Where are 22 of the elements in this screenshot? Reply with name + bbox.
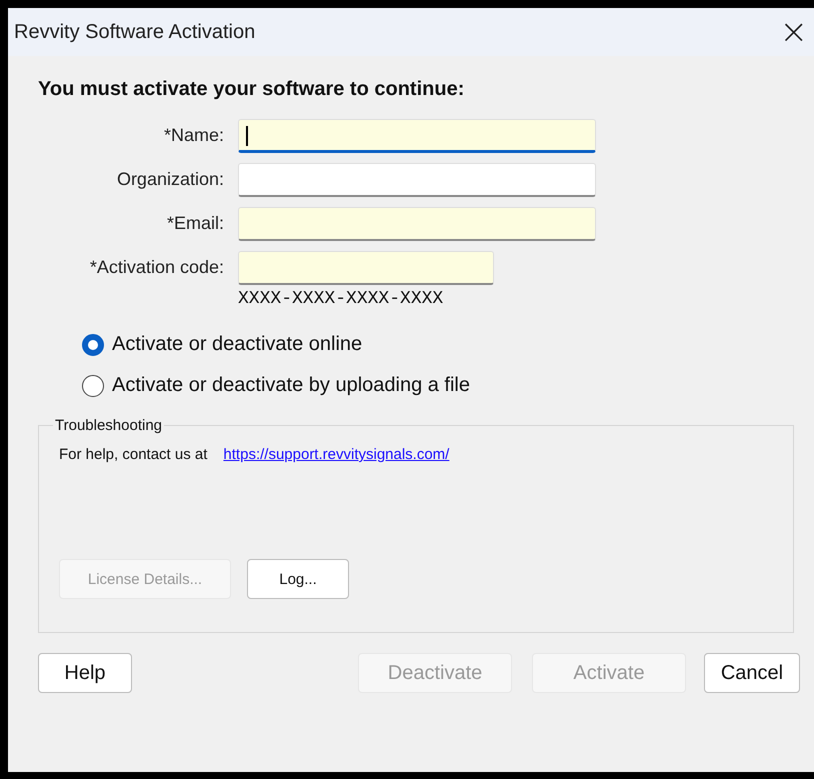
input-field[interactable]: [238, 163, 596, 197]
input-field[interactable]: [238, 251, 494, 285]
input-field[interactable]: [238, 119, 596, 153]
group-button[interactable]: Log...: [247, 559, 349, 599]
heading: You must activate your software to continue:: [38, 78, 466, 101]
field-label: *Email:: [166, 212, 224, 234]
field-label: *Activation code:: [88, 256, 224, 278]
radio-button[interactable]: [82, 374, 104, 396]
format-hint: XXXX-XXXX-XXXX-XXXX: [238, 289, 444, 309]
dialog-button[interactable]: Help: [38, 653, 132, 693]
radio-button[interactable]: [82, 334, 104, 356]
group-title: Troubleshooting: [53, 417, 164, 434]
dialog-button[interactable]: Cancel: [704, 653, 800, 693]
field-label: Organization:: [116, 168, 224, 190]
support-link[interactable]: https://support.revvitysignals.com/: [223, 446, 450, 463]
input-field[interactable]: [238, 207, 596, 241]
option-label[interactable]: Activate or deactivate online: [112, 333, 362, 356]
help-text: For help, contact us at: [59, 446, 208, 463]
window-title: Revvity Software Activation: [14, 20, 256, 44]
field-label: *Name:: [162, 124, 224, 146]
close-button[interactable]: ×: [774, 12, 814, 52]
option-label[interactable]: Activate or deactivate by uploading a file: [112, 374, 470, 397]
